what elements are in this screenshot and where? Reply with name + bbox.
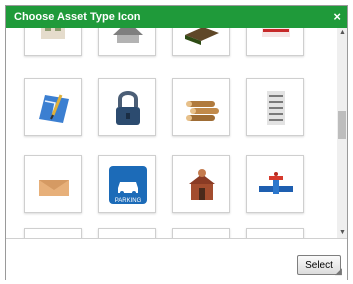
scroll-up-arrow-icon[interactable]: ▲ xyxy=(339,29,346,36)
asset-type-icon-dialog: Choose Asset Type Icon × PARKING ▲ ▼ Sel… xyxy=(5,5,348,280)
icon-tile-parking[interactable]: PARKING xyxy=(98,155,156,213)
dialog-title-bar: Choose Asset Type Icon × xyxy=(6,6,347,28)
resize-grip-icon[interactable]: ◢ xyxy=(335,267,343,276)
land-icon xyxy=(185,28,219,45)
icon-grid: PARKING xyxy=(6,28,336,238)
close-icon[interactable]: × xyxy=(333,9,341,24)
icon-tile-truck[interactable] xyxy=(98,228,156,238)
icon-tile-bike-rack[interactable] xyxy=(24,228,82,238)
padlock-icon xyxy=(116,91,140,125)
icon-tile-sign[interactable] xyxy=(246,28,304,56)
building-icon xyxy=(41,28,65,39)
logs-icon xyxy=(186,101,219,121)
icon-tile-land[interactable] xyxy=(172,28,230,56)
parking-label: PARKING xyxy=(115,198,142,204)
parking-sign-icon: PARKING xyxy=(109,166,147,204)
icon-tile-logs[interactable] xyxy=(172,78,230,136)
dialog-footer: Select xyxy=(6,238,347,280)
icon-tile-bottle[interactable] xyxy=(246,228,304,238)
icon-tile-temple[interactable] xyxy=(172,155,230,213)
icon-list-area: PARKING ▲ ▼ xyxy=(6,28,347,238)
icon-tile-valve[interactable] xyxy=(246,155,304,213)
barn-icon xyxy=(113,28,143,43)
dialog-title: Choose Asset Type Icon xyxy=(14,11,141,23)
icon-tile-tower[interactable] xyxy=(246,78,304,136)
scroll-down-arrow-icon[interactable]: ▼ xyxy=(339,229,346,236)
tower-icon xyxy=(267,91,285,125)
sign-icon xyxy=(262,28,290,37)
scrollbar-thumb[interactable] xyxy=(338,111,346,139)
icon-tile-envelope[interactable] xyxy=(24,155,82,213)
icon-tile-circle[interactable] xyxy=(172,228,230,238)
icon-tile-padlock[interactable] xyxy=(98,78,156,136)
icon-tile-building[interactable] xyxy=(24,28,82,56)
valve-icon xyxy=(259,172,293,194)
temple-icon xyxy=(189,169,215,200)
vertical-scrollbar[interactable]: ▲ ▼ xyxy=(337,28,347,238)
icon-tile-barn[interactable] xyxy=(98,28,156,56)
icon-tile-blueprint[interactable] xyxy=(24,78,82,136)
blueprint-icon xyxy=(39,94,69,123)
envelope-icon xyxy=(39,180,69,196)
